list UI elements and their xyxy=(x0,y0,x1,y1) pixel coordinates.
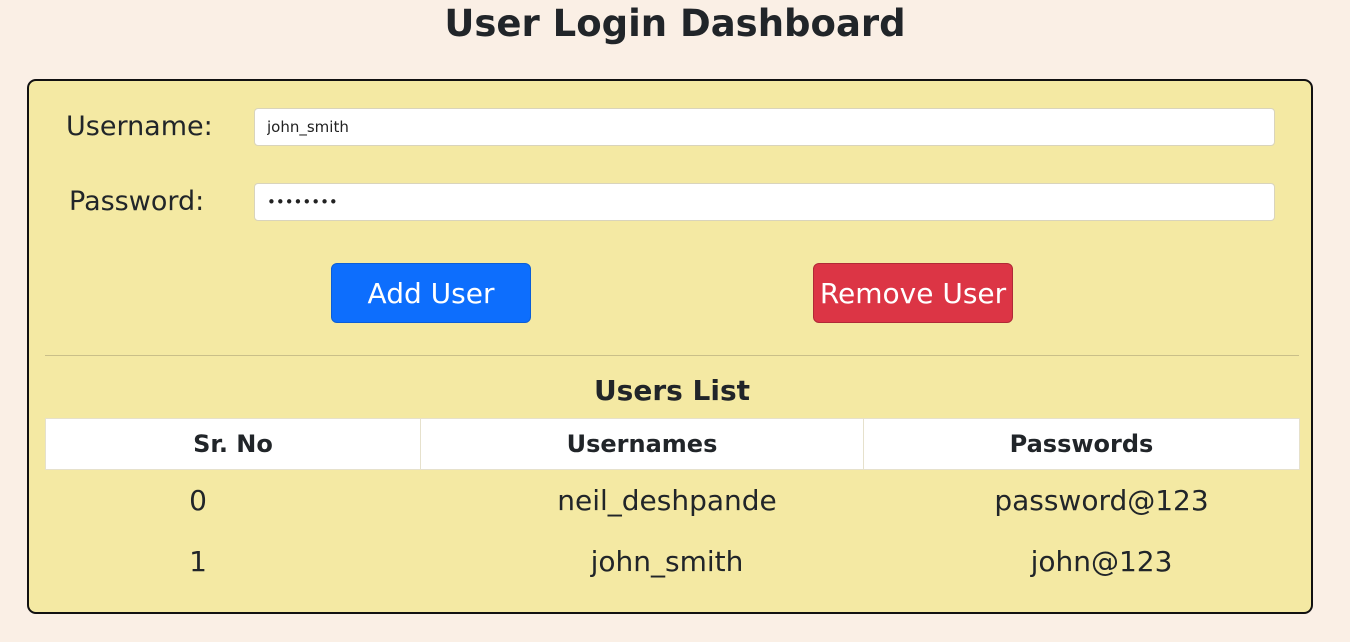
add-user-button[interactable]: Add User xyxy=(331,263,531,323)
divider xyxy=(45,355,1299,356)
username-cell: neil_deshpande xyxy=(557,484,777,517)
password-cell: password@123 xyxy=(994,484,1209,517)
column-header-usernames: Usernames xyxy=(420,418,864,470)
login-card: Username: Password: Add User Remove User… xyxy=(27,79,1313,614)
sr-no-cell: 0 xyxy=(189,484,207,517)
remove-user-button[interactable]: Remove User xyxy=(813,263,1013,323)
table-row: 0 neil_deshpande password@123 xyxy=(46,470,1300,532)
table-row: 1 john_smith john@123 xyxy=(46,531,1300,592)
users-table: Sr. No Usernames Passwords 0 neil_deshpa… xyxy=(45,418,1300,592)
page-title: User Login Dashboard xyxy=(444,2,906,45)
password-label: Password: xyxy=(69,186,205,217)
column-header-passwords: Passwords xyxy=(863,418,1300,470)
sr-no-cell: 1 xyxy=(189,545,207,578)
table-header-row: Sr. No Usernames Passwords xyxy=(45,418,1300,470)
username-label: Username: xyxy=(66,111,213,142)
username-input[interactable] xyxy=(254,108,1275,146)
password-cell: john@123 xyxy=(1030,545,1173,578)
column-header-sr-no: Sr. No xyxy=(45,418,421,470)
password-input[interactable] xyxy=(254,183,1275,221)
username-cell: john_smith xyxy=(590,545,744,578)
users-list-title: Users List xyxy=(593,374,751,407)
